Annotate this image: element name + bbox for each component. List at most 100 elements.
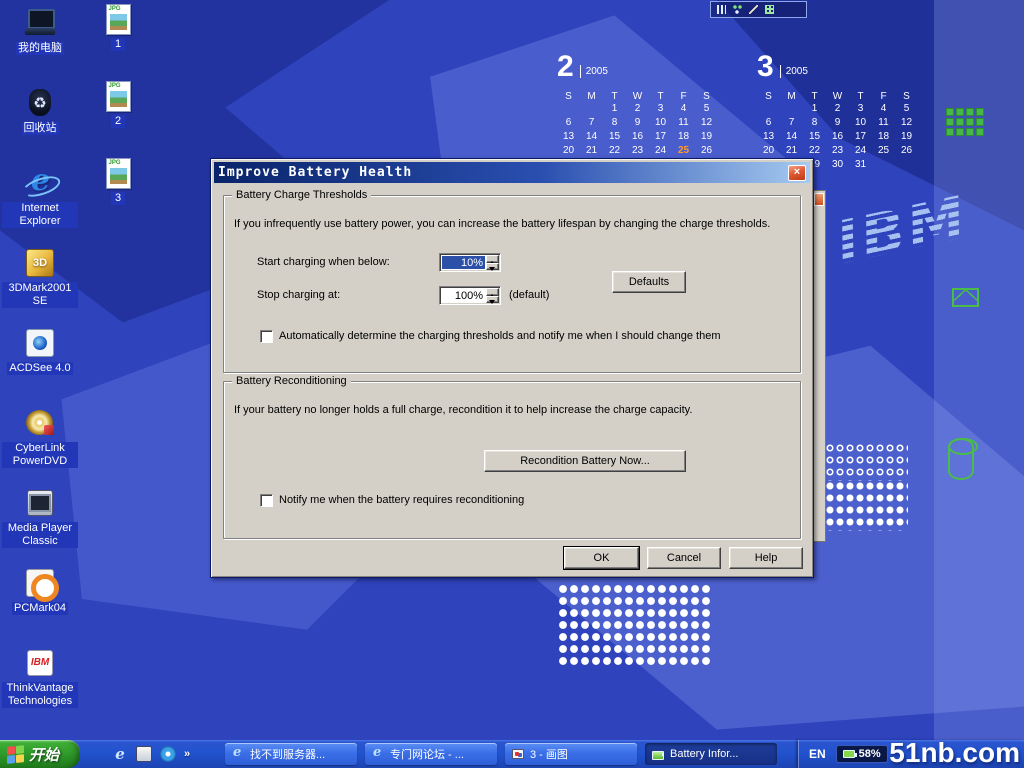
taskbar-task-button[interactable]: 3 - 画图 [505,743,637,765]
task-icon [511,747,525,761]
calendar-year: 2005 [780,65,808,78]
calendar-header: 3 2005 [757,50,918,82]
calendar-day [757,103,780,115]
calendar-day: 26 [895,145,918,157]
desktop-icon[interactable]: Media Player Classic [2,486,78,566]
desktop-icon-image [23,566,57,600]
task-icon [371,747,385,761]
calendar-month: 3 [757,52,774,82]
windows-logo-icon [7,745,24,764]
battery-tray-indicator[interactable]: 58% [836,745,888,763]
ok-button[interactable]: OK [564,547,639,569]
calendar-header: 2 2005 [557,50,718,82]
improve-battery-health-dialog: Improve Battery Health × Battery Charge … [210,158,814,578]
desktop-icon-column: 我的电脑 回收站 Internet Explorer 3DMark2001 SE… [2,6,78,726]
desktop-icon-image [23,166,57,200]
start-button[interactable]: 开始 [0,740,80,768]
desktop-icon[interactable]: 我的电脑 [2,6,78,86]
dialog-titlebar[interactable]: Improve Battery Health × [214,162,810,183]
calendar-day: 19 [695,131,718,143]
calendar-day: 30 [826,159,849,171]
spinner-down-button[interactable] [486,263,499,271]
taskbar-task-button[interactable]: 找不到服务器... [225,743,357,765]
desktop-icon-image [23,406,57,440]
calendar-day: 23 [626,145,649,157]
taskbar-task-button[interactable]: 专门网论坛 - ... [365,743,497,765]
background-window-close-icon [814,193,824,206]
checkbox[interactable] [260,494,273,507]
calendar-day [780,103,803,115]
calendar-march: 3 2005 SMTWTFS 1234567891011121314151617… [757,50,918,171]
desktop-icon-image [23,246,57,280]
calendar-day: 7 [780,117,803,129]
calendar-day: 11 [872,117,895,129]
calendar-day: 20 [557,145,580,157]
auto-thresholds-checkbox[interactable]: Automatically determine the charging thr… [260,330,720,343]
desktop-icon[interactable]: PCMark04 [2,566,78,646]
spinner-down-button[interactable] [486,296,499,304]
calendar-day-header: S [695,91,718,103]
start-threshold-spinner[interactable]: 10% [439,253,501,272]
calendar-day: 25 [872,145,895,157]
media-player-icon[interactable] [160,746,176,762]
input-language-indicator[interactable]: EN [809,747,826,761]
help-button[interactable]: Help [729,547,803,569]
calendar-day: 12 [695,117,718,129]
desktop-icon[interactable]: Internet Explorer [2,166,78,246]
jpg-file-icon[interactable]: 2 [98,81,138,158]
calendar-day: 13 [757,131,780,143]
desktop-icon[interactable]: 回收站 [2,86,78,166]
calendar-day-header: T [649,91,672,103]
calendar-day [557,103,580,115]
dialog-body: Battery Charge Thresholds If you infrequ… [214,183,810,574]
group-title: Battery Reconditioning [232,375,351,388]
background-window-edge[interactable] [812,190,826,542]
task-label: 专门网论坛 - ... [390,746,464,762]
envelope-icon [952,288,979,307]
jpg-file-icon[interactable]: 1 [98,4,138,81]
defaults-button[interactable]: Defaults [612,271,686,293]
start-label: 开始 [29,744,59,765]
calendar-day: 20 [757,145,780,157]
desktop-icon[interactable]: 3DMark2001 SE [2,246,78,326]
task-button-area: 找不到服务器... 专门网论坛 - ... 3 - 画图 Battery Inf… [225,743,777,765]
jpg-thumbnail [106,158,131,189]
spinner-value[interactable]: 100% [442,289,485,302]
calendar-day: 5 [695,103,718,115]
spinner-value[interactable]: 10% [442,256,485,269]
cancel-button[interactable]: Cancel [647,547,721,569]
spinner-up-button[interactable] [486,255,499,263]
checkbox-label: Automatically determine the charging thr… [279,330,720,342]
database-cylinder-icon [948,438,974,480]
checkbox[interactable] [260,330,273,343]
desktop-icon-label: ThinkVantage Technologies [2,682,78,708]
calendar-day: 2 [826,103,849,115]
calendar-day: 25 [672,145,695,157]
calendar-day-header: S [895,91,918,103]
desktop-icon[interactable]: ACDSee 4.0 [2,326,78,406]
group-title: Battery Charge Thresholds [232,189,371,202]
close-button[interactable]: × [788,165,806,181]
quick-launch-ie-icon[interactable]: e [112,746,128,762]
desktop-icon[interactable]: ThinkVantage Technologies [2,646,78,726]
desktop-icon[interactable]: CyberLink PowerDVD [2,406,78,486]
calendar-day: 2 [626,103,649,115]
desktop-icon-label: PCMark04 [12,602,68,615]
calendar-day: 18 [672,131,695,143]
desktop-icon-label: CyberLink PowerDVD [2,442,78,468]
stop-threshold-spinner[interactable]: 100% [439,286,501,305]
jpg-file-icon[interactable]: 3 [98,158,138,235]
recondition-battery-button[interactable]: Recondition Battery Now... [484,450,686,472]
calendar-day: 7 [580,117,603,129]
calendar-day: 10 [849,117,872,129]
desktop-icon-label: 我的电脑 [16,42,64,55]
desktop: IBM 2 2005 SMTWTFS 123456789101112131415… [0,0,1024,768]
quick-launch-expand-icon[interactable]: » [184,746,194,762]
battery-charge-thresholds-group: Battery Charge Thresholds If you infrequ… [223,195,801,373]
notify-reconditioning-checkbox[interactable]: Notify me when the battery requires reco… [260,494,524,507]
taskbar-task-button[interactable]: Battery Infor... [645,743,777,765]
show-desktop-icon[interactable] [136,746,152,762]
calendar-day: 11 [672,117,695,129]
spinner-up-button[interactable] [486,288,499,296]
desktop-icon-image [23,86,57,120]
